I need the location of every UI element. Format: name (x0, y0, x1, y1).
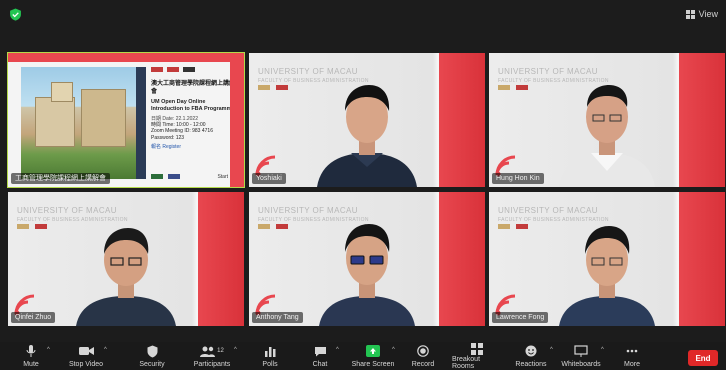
microphone-icon (26, 345, 36, 357)
end-meeting-button[interactable]: End (688, 350, 718, 366)
whiteboards-button[interactable]: Whiteboards ^ (560, 342, 604, 370)
polls-label: Polls (262, 361, 278, 368)
participant-name: Anthony Tang (252, 312, 303, 323)
participant-video (559, 85, 655, 187)
share-screen-label: Share Screen (351, 361, 395, 368)
caret-up-icon[interactable]: ^ (47, 347, 50, 353)
reactions-label: Reactions (515, 361, 547, 368)
top-bar: View (0, 0, 726, 30)
participant-name: Yoshiaki (252, 173, 286, 184)
background-logos (498, 224, 528, 229)
caret-up-icon[interactable]: ^ (336, 347, 339, 353)
mute-label: Mute (23, 361, 39, 368)
participant-tile[interactable]: UNIVERSITY OF MACAU FACULTY OF BUSINESS … (249, 192, 485, 326)
participant-video (76, 228, 176, 326)
background-logos (498, 85, 528, 90)
whiteboard-icon (574, 345, 588, 357)
slide-footer-logos (151, 174, 180, 179)
caret-up-icon[interactable]: ^ (392, 347, 395, 353)
video-camera-icon (78, 347, 94, 355)
security-label: Security (139, 361, 165, 368)
view-label: View (698, 9, 718, 19)
participant-tile-slide[interactable]: 澳大工商管理學院課程網上講解會 UM Open Day Online Intro… (7, 52, 245, 188)
participant-video (559, 226, 655, 326)
reactions-button[interactable]: Reactions ^ (512, 342, 553, 370)
mute-button[interactable]: Mute ^ (14, 342, 50, 370)
slide-footer-right: Start (217, 174, 228, 180)
participant-tile[interactable]: UNIVERSITY OF MACAU FACULTY OF BUSINESS … (489, 53, 725, 187)
background-logos (258, 85, 288, 90)
slide-title-zh: 澳大工商管理學院課程網上講解會 (151, 81, 236, 95)
polls-button[interactable]: Polls (256, 342, 284, 370)
participant-video (317, 85, 417, 187)
participant-tile[interactable]: UNIVERSITY OF MACAU FACULTY OF BUSINESS … (249, 53, 485, 187)
whiteboards-label: Whiteboards (561, 361, 601, 368)
caret-up-icon[interactable]: ^ (550, 347, 553, 353)
grid-view-icon (685, 9, 695, 19)
background-logos (17, 224, 47, 229)
share-screen-button[interactable]: Share Screen ^ (350, 342, 396, 370)
breakout-rooms-button[interactable]: Breakout Rooms (452, 342, 502, 370)
stop-video-label: Stop Video (68, 361, 104, 368)
more-dots-icon (626, 349, 638, 353)
breakout-rooms-icon (471, 342, 483, 355)
campus-photo (21, 67, 136, 179)
slide-detail-4: Password: 123 (151, 134, 185, 141)
more-label: More (624, 361, 640, 368)
participant-name: 工商管理學院課程網上講解會 (11, 173, 110, 184)
smiley-icon (525, 345, 537, 357)
participants-button[interactable]: 12 Participants ^ (190, 342, 237, 370)
shield-icon (147, 345, 157, 357)
caret-up-icon[interactable]: ^ (601, 347, 604, 353)
polls-icon (264, 346, 275, 357)
zoom-meeting-window: View 澳大工商管理學院課程網上講解會 UM Open Day Online … (0, 0, 726, 370)
record-button[interactable]: Record (408, 342, 438, 370)
caret-up-icon[interactable]: ^ (234, 347, 237, 353)
chat-button[interactable]: Chat ^ (306, 342, 339, 370)
security-button[interactable]: Security (134, 342, 170, 370)
chat-label: Chat (312, 361, 328, 368)
slide-title-en: UM Open Day Online Introduction to FBA P… (151, 99, 235, 112)
breakout-rooms-label: Breakout Rooms (452, 356, 481, 370)
participant-name: Qinfei Zhuo (11, 312, 56, 323)
view-button[interactable]: View (685, 7, 718, 21)
record-icon (417, 345, 429, 357)
meeting-toolbar: Mute ^ Stop Video ^ Security 12 Particip… (0, 342, 726, 370)
background-logos (258, 224, 288, 229)
stop-video-button[interactable]: Stop Video ^ (64, 342, 108, 370)
more-button[interactable]: More (618, 342, 646, 370)
record-label: Record (411, 361, 435, 368)
participant-video (319, 224, 415, 326)
open-day-slide: 澳大工商管理學院課程網上講解會 UM Open Day Online Intro… (8, 53, 244, 187)
encryption-shield-icon[interactable] (9, 8, 22, 21)
participants-label: Participants (193, 361, 231, 368)
participant-name: Lawrence Fong (492, 312, 549, 323)
share-screen-icon (366, 345, 380, 357)
participant-tile[interactable]: UNIVERSITY OF MACAU FACULTY OF BUSINESS … (489, 192, 725, 326)
slide-link: 報名 Register (151, 143, 182, 150)
participants-icon (200, 346, 216, 357)
participant-name: Hung Hon Kin (492, 173, 544, 184)
participant-tile[interactable]: UNIVERSITY OF MACAU FACULTY OF BUSINESS … (8, 192, 244, 326)
participants-count: 12 (217, 348, 224, 354)
chat-bubble-icon (314, 346, 326, 356)
caret-up-icon[interactable]: ^ (104, 347, 107, 353)
